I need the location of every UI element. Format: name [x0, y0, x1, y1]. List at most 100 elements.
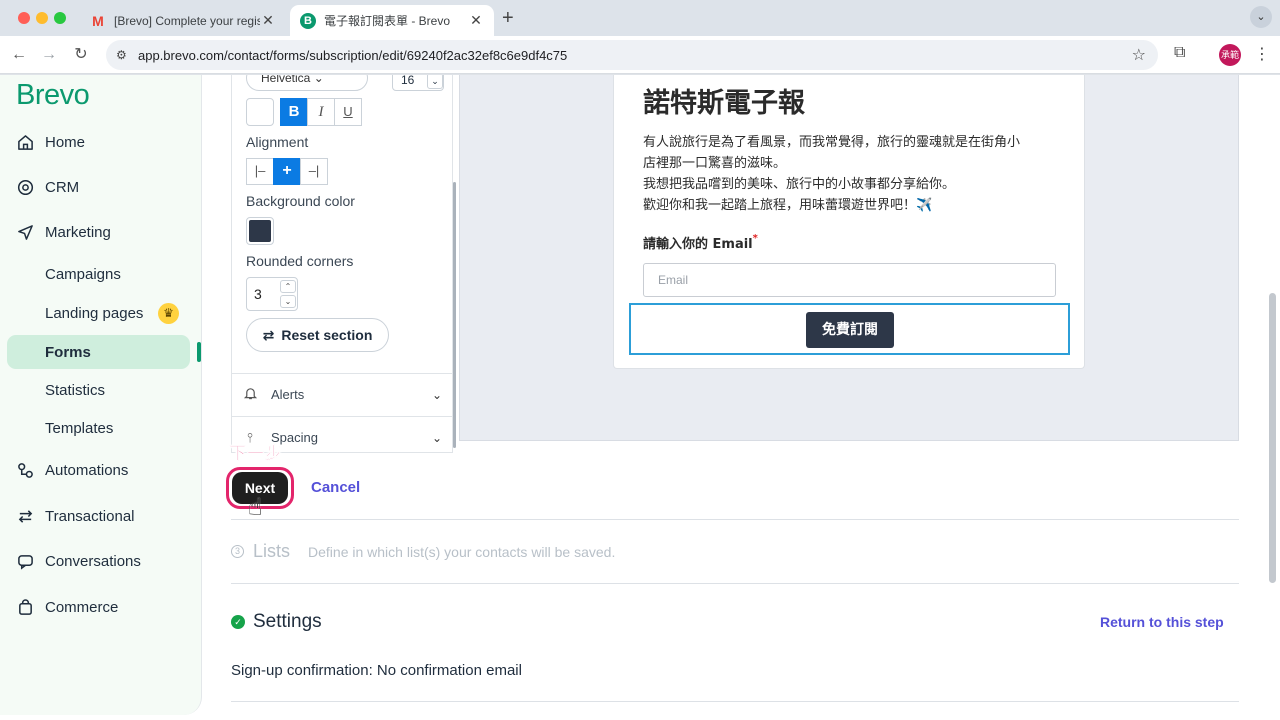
chevron-down-icon: ⌄	[431, 430, 442, 445]
sidebar-item-transactional[interactable]: Transactional	[16, 501, 135, 531]
reload-icon[interactable]: ↻	[70, 44, 92, 66]
underline-button[interactable]: U	[334, 98, 362, 126]
profile-avatar[interactable]: 承範	[1219, 44, 1241, 66]
step-title: Lists	[253, 541, 291, 561]
browser-menu-icon[interactable]: ⋮	[1254, 44, 1270, 64]
sidebar-item-label: Marketing	[45, 223, 111, 241]
swap-icon	[16, 507, 34, 525]
browser-tab-gmail[interactable]: M [Brevo] Complete your registr ✕	[80, 5, 286, 36]
button-block-selected[interactable]: 免費訂閱	[629, 303, 1070, 355]
sidebar-active-indicator	[197, 342, 201, 362]
text-color-swatch[interactable]	[246, 98, 274, 126]
close-icon[interactable]: ✕	[260, 12, 276, 29]
brevo-logo[interactable]: Brevo	[16, 79, 90, 112]
panel-scrollbar[interactable]	[453, 182, 456, 448]
sidebar-item-landing-pages[interactable]: Landing pages	[45, 301, 143, 325]
sidebar-item-home[interactable]: Home	[16, 127, 85, 157]
cancel-button[interactable]: Cancel	[311, 479, 360, 496]
browser-tab-brevo[interactable]: B 電子報訂閱表單 - Brevo ✕	[290, 5, 494, 36]
sidebar-item-label: Automations	[45, 461, 129, 479]
bell-icon	[242, 386, 258, 403]
bookmark-star-icon[interactable]: ☆	[1132, 45, 1146, 65]
signup-confirmation-summary: Sign-up confirmation: No confirmation em…	[231, 662, 522, 679]
new-tab-button[interactable]: +	[502, 7, 514, 30]
sidebar-item-marketing[interactable]: Marketing	[16, 217, 111, 247]
accordion-label: Alerts	[271, 387, 305, 402]
reset-section-button[interactable]: ⇄ Reset section	[246, 318, 389, 352]
crown-icon: ♛	[158, 303, 179, 324]
brevo-app: Brevo Home CRM Marketing Campaigns Landi…	[0, 75, 1280, 720]
site-settings-icon[interactable]: ⚙	[116, 48, 130, 62]
sidebar: Brevo Home CRM Marketing Campaigns Landi…	[0, 75, 202, 715]
sidebar-item-forms[interactable]: Forms	[45, 340, 91, 364]
bold-button[interactable]: B	[280, 98, 308, 126]
window-minimize-button[interactable]	[36, 12, 48, 24]
chevron-down-icon[interactable]: ⌄	[427, 75, 443, 89]
form-preview-card: 諾特斯電子報 有人說旅行是為了看風景，而我常覺得，旅行的靈魂就是在街角小 店裡那…	[613, 75, 1085, 369]
sidebar-item-label: CRM	[45, 178, 80, 196]
chevron-down-icon: ⌄	[431, 387, 442, 402]
design-settings-panel: Helvetica ⌄ 16 ⌄ B I U Alignment |– + –|…	[231, 75, 453, 453]
back-icon[interactable]: ←	[8, 44, 30, 66]
tutorial-annotation: 下一步	[229, 444, 283, 465]
email-field-label[interactable]: 請輸入你的 Email*	[643, 233, 758, 252]
sidebar-item-label: Commerce	[45, 598, 119, 616]
window-zoom-button[interactable]	[54, 12, 66, 24]
step-title: Settings	[253, 611, 322, 632]
align-left-button[interactable]: |–	[246, 158, 274, 185]
sidebar-item-crm[interactable]: CRM	[16, 172, 79, 202]
reset-section-label: Reset section	[281, 327, 373, 343]
send-icon	[16, 223, 34, 241]
form-title[interactable]: 諾特斯電子報	[643, 81, 805, 120]
step-lists: 3 Lists Define in which list(s) your con…	[231, 541, 615, 562]
sidebar-item-conversations[interactable]: Conversations	[16, 546, 141, 576]
background-color-swatch[interactable]	[246, 217, 274, 245]
extensions-icon[interactable]: ⧉	[1174, 44, 1185, 62]
browser-tab-bar: M [Brevo] Complete your registr ✕ B 電子報訂…	[0, 0, 1280, 36]
sidebar-active-highlight	[7, 335, 190, 369]
home-icon	[16, 133, 34, 151]
background-color-label: Background color	[246, 193, 355, 209]
alignment-label: Alignment	[246, 134, 309, 150]
address-bar[interactable]: ⚙ app.brevo.com/contact/forms/subscripti…	[106, 40, 1158, 70]
step-description: Define in which list(s) your contacts wi…	[308, 543, 616, 560]
brevo-icon: B	[300, 12, 316, 29]
step-settings: ✓ Settings	[231, 611, 322, 633]
sidebar-item-commerce[interactable]: Commerce	[16, 592, 118, 622]
refresh-icon: ⇄	[262, 326, 275, 343]
window-close-button[interactable]	[18, 12, 30, 24]
stepper-down-icon[interactable]: ⌄	[280, 295, 296, 308]
return-to-step-link[interactable]: Return to this step	[1100, 614, 1224, 630]
form-preview-area: 諾特斯電子報 有人說旅行是為了看風景，而我常覺得，旅行的靈魂就是在街角小 店裡那…	[459, 75, 1239, 441]
chat-icon	[16, 552, 34, 570]
sidebar-item-campaigns[interactable]: Campaigns	[45, 262, 121, 286]
sidebar-item-label: Conversations	[45, 552, 141, 570]
subscribe-button[interactable]: 免費訂閱	[806, 312, 894, 348]
sidebar-item-templates[interactable]: Templates	[45, 416, 113, 440]
tab-search-button[interactable]: ⌄	[1250, 6, 1272, 28]
email-field[interactable]: Email	[643, 263, 1056, 297]
stepper-up-icon[interactable]: ⌃	[280, 280, 296, 293]
alignment-group: |– + –|	[246, 158, 328, 185]
tab-title: 電子報訂閱表單 - Brevo	[324, 14, 451, 28]
font-family-select[interactable]: Helvetica ⌄	[246, 75, 368, 91]
align-center-button[interactable]: +	[273, 158, 301, 185]
sidebar-item-statistics[interactable]: Statistics	[45, 378, 105, 402]
automation-icon	[16, 461, 34, 479]
url-text[interactable]: app.brevo.com/contact/forms/subscription…	[138, 48, 567, 63]
accordion-alerts[interactable]: Alerts ⌄	[232, 373, 452, 415]
tab-title: [Brevo] Complete your registr	[114, 13, 260, 28]
italic-button[interactable]: I	[307, 98, 335, 126]
step-number: 3	[231, 545, 244, 558]
close-icon[interactable]: ✕	[468, 12, 484, 29]
forward-icon[interactable]: →	[38, 44, 60, 66]
font-family-value: Helvetica	[261, 75, 311, 85]
check-circle-icon: ✓	[231, 615, 245, 629]
sidebar-item-label: Transactional	[45, 507, 135, 525]
divider	[231, 583, 1239, 584]
form-description[interactable]: 有人說旅行是為了看風景，而我常覺得，旅行的靈魂就是在街角小 店裡那一口驚喜的滋味…	[643, 132, 1063, 216]
divider	[231, 701, 1239, 702]
align-right-button[interactable]: –|	[300, 158, 328, 185]
page-scrollbar[interactable]	[1269, 293, 1276, 583]
sidebar-item-automations[interactable]: Automations	[16, 455, 128, 485]
